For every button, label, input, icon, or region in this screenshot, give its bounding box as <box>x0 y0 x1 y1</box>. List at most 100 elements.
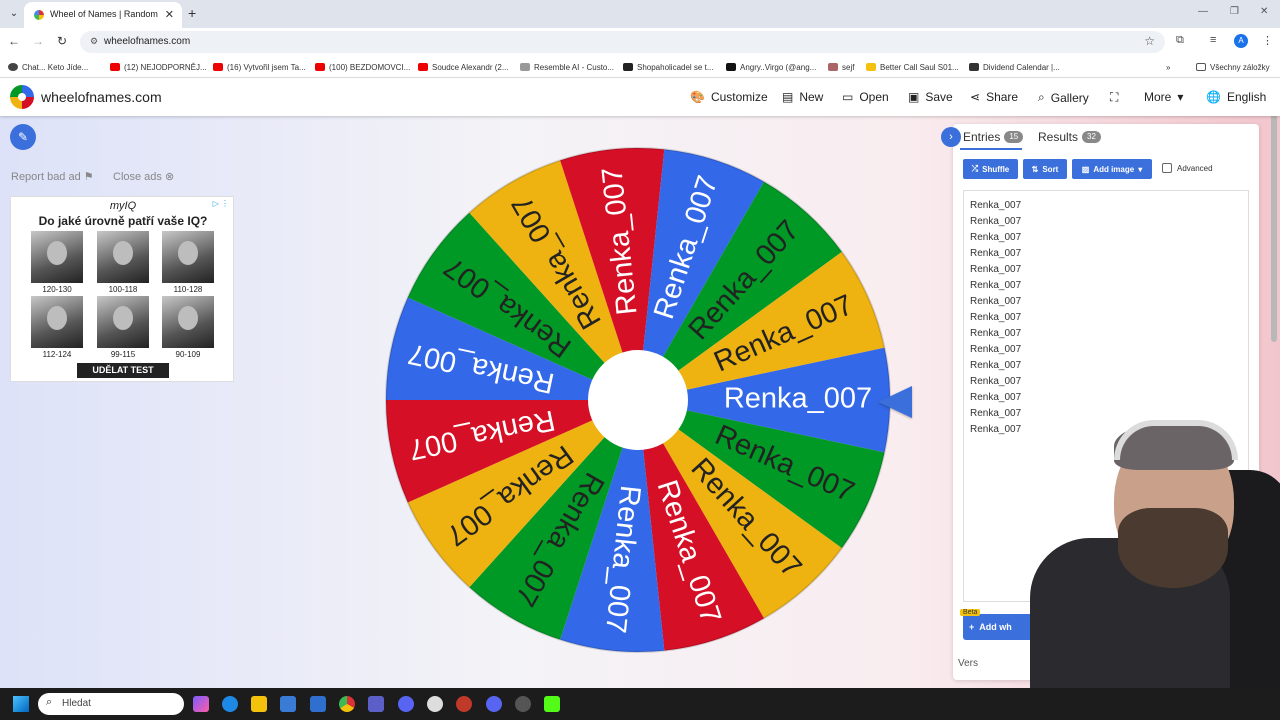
copilot-icon[interactable] <box>193 696 209 712</box>
save-button[interactable]: ▣ Save <box>908 90 953 104</box>
entry-line: Renka_007 <box>970 424 1022 435</box>
folder-icon: ▭ <box>842 90 854 104</box>
bookmark-item[interactable]: sejf <box>828 60 854 74</box>
kick-icon[interactable] <box>544 696 560 712</box>
entry-line: Renka_007 <box>970 392 1022 403</box>
entry-line: Renka_007 <box>970 280 1022 291</box>
browser-tabstrip: ⌄ Wheel of Names | Random nam ✕ + — ❐ ✕ <box>0 0 1280 28</box>
browser-menu-icon[interactable]: ⋮ <box>1262 34 1273 47</box>
discord-ptb-icon[interactable] <box>486 696 502 712</box>
plus-icon: + <box>969 622 975 632</box>
file-explorer-icon[interactable] <box>251 696 267 712</box>
ad-cta-button[interactable]: UDĚLAT TEST <box>77 363 169 378</box>
wheel-center[interactable] <box>588 350 688 450</box>
sort-icon: ⇅ <box>1031 164 1039 174</box>
customize-button[interactable]: 🎨 Customize <box>690 90 768 104</box>
sort-button[interactable]: ⇅ Sort <box>1023 159 1067 179</box>
image-icon: ▨ <box>1081 164 1090 174</box>
extensions-icon[interactable]: ⧉ <box>1176 34 1184 47</box>
language-button[interactable]: 🌐 English <box>1206 90 1266 104</box>
search-icon: ⌕ <box>1038 90 1045 104</box>
wheel-logo-icon[interactable] <box>10 85 34 109</box>
streamer-beard <box>1118 508 1228 588</box>
bookmark-item[interactable]: Soudce Alexandr (2... <box>418 60 509 74</box>
site-info-icon[interactable]: ⚙ <box>90 36 98 47</box>
bookmark-item[interactable]: (100) BEZDOMOVCI... <box>315 60 410 74</box>
shuffle-icon: ⤮ <box>971 164 979 173</box>
address-bar[interactable]: ⚙ wheelofnames.com ☆ <box>80 31 1165 53</box>
app-icon[interactable] <box>456 696 472 712</box>
advanced-checkbox[interactable]: Advanced <box>1162 163 1213 173</box>
checkbox-box[interactable] <box>1162 163 1172 173</box>
fullscreen-icon[interactable]: ⛶ <box>1110 90 1118 105</box>
wordpress-icon[interactable] <box>427 696 443 712</box>
new-tab-icon[interactable]: + <box>188 5 196 21</box>
reload-icon[interactable]: ↻ <box>54 34 70 48</box>
bookmark-item[interactable]: Shopaholicadel se t... <box>623 60 714 74</box>
adchoices-icon[interactable]: ▷ ⋮ <box>213 199 229 208</box>
webcam-overlay <box>1030 420 1280 688</box>
forward-icon[interactable]: → <box>30 34 46 48</box>
close-tab-icon[interactable]: ✕ <box>165 8 174 21</box>
page-scrollbar[interactable] <box>1271 86 1277 342</box>
bookmark-item[interactable]: Chat... Keto Jíde... <box>8 60 88 74</box>
open-button[interactable]: ▭ Open <box>842 90 889 104</box>
browser-tab[interactable]: Wheel of Names | Random nam ✕ <box>24 2 182 28</box>
more-button[interactable]: More ▾ <box>1144 90 1183 104</box>
bookmark-item[interactable]: Dividend Calendar |... <box>969 60 1060 74</box>
tab-results[interactable]: Results 32 <box>1038 130 1101 144</box>
collapse-panel-icon[interactable]: › <box>941 127 961 147</box>
new-file-icon: ▤ <box>782 90 794 104</box>
bookmarks-overflow-icon[interactable]: » <box>1166 60 1170 74</box>
windows-start-icon[interactable] <box>13 696 29 712</box>
add-image-button[interactable]: ▨ Add image ▾ <box>1072 159 1152 179</box>
site-name[interactable]: wheelofnames.com <box>41 89 162 105</box>
bookmark-star-icon[interactable]: ☆ <box>1144 34 1155 48</box>
profile-avatar[interactable]: A <box>1234 34 1248 48</box>
edit-pencil-icon[interactable]: ✎ <box>10 124 36 150</box>
ad-banner[interactable]: myIQ ▷ ⋮ Do jaké úrovně patří vaše IQ? 1… <box>10 196 234 382</box>
entry-line: Renka_007 <box>970 232 1022 243</box>
new-button[interactable]: ▤ New <box>782 90 823 104</box>
mail-icon[interactable] <box>310 696 326 712</box>
ad-brand: myIQ <box>109 200 137 212</box>
bookmark-item[interactable]: Angry..Virgo (@ang... <box>726 60 816 74</box>
media-icon[interactable]: ≡ <box>1210 34 1216 46</box>
all-bookmarks[interactable]: Všechny záložky <box>1196 60 1270 74</box>
ad-portrait <box>97 296 149 348</box>
discord-icon[interactable] <box>398 696 414 712</box>
browser-toolbar: ← → ↻ ⚙ wheelofnames.com ☆ ⧉ ≡ ⋮ <box>0 28 1280 56</box>
chrome-icon[interactable] <box>339 696 355 712</box>
teams-icon[interactable] <box>368 696 384 712</box>
wheel-favicon-icon <box>34 10 44 20</box>
share-button[interactable]: ⋖ Share <box>970 90 1018 104</box>
add-wheel-button[interactable]: + Add wh <box>963 614 1033 640</box>
version-text: Vers <box>958 658 979 669</box>
bookmark-item[interactable]: Resemble AI - Custo... <box>520 60 614 74</box>
app-icon[interactable] <box>515 696 531 712</box>
edge-icon[interactable] <box>222 696 238 712</box>
wheel-svg[interactable]: Renka_007Renka_007Renka_007Renka_007Renk… <box>383 145 893 655</box>
bookmark-item[interactable]: (12) NEJODPORNĚJ... <box>110 60 207 74</box>
restore-icon[interactable]: ❐ <box>1230 6 1239 17</box>
wheel[interactable]: Renka_007 Renka_007 Renka_007 Renka_007 Renk… <box>383 145 893 655</box>
report-bad-ad-link[interactable]: Report bad ad ⚑ <box>11 170 94 183</box>
shuffle-button[interactable]: ⤮ Shuffle <box>963 159 1018 179</box>
close-window-icon[interactable]: ✕ <box>1260 6 1268 17</box>
gallery-button[interactable]: ⌕ Gallery <box>1038 90 1089 105</box>
close-ads-link[interactable]: Close ads ⊗ <box>113 170 174 183</box>
ad-iq-range: 90-109 <box>175 350 201 359</box>
store-icon[interactable] <box>280 696 296 712</box>
taskbar-search[interactable]: ⌕ Hledat <box>38 693 184 715</box>
ad-iq-range: 100-118 <box>108 285 138 294</box>
caret-down-icon: ▾ <box>1177 90 1184 104</box>
entry-line: Renka_007 <box>970 328 1022 339</box>
bookmark-item[interactable]: (16) Vytvořil jsem Ta... <box>213 60 306 74</box>
minimize-icon[interactable]: — <box>1198 6 1208 17</box>
bookmark-item[interactable]: Better Call Saul S01... <box>866 60 959 74</box>
save-icon: ▣ <box>908 90 920 104</box>
entries-count-badge: 15 <box>1004 131 1024 143</box>
back-icon[interactable]: ← <box>6 34 22 48</box>
tab-search-icon[interactable]: ⌄ <box>6 6 22 22</box>
tab-entries[interactable]: Entries 15 <box>963 130 1024 144</box>
